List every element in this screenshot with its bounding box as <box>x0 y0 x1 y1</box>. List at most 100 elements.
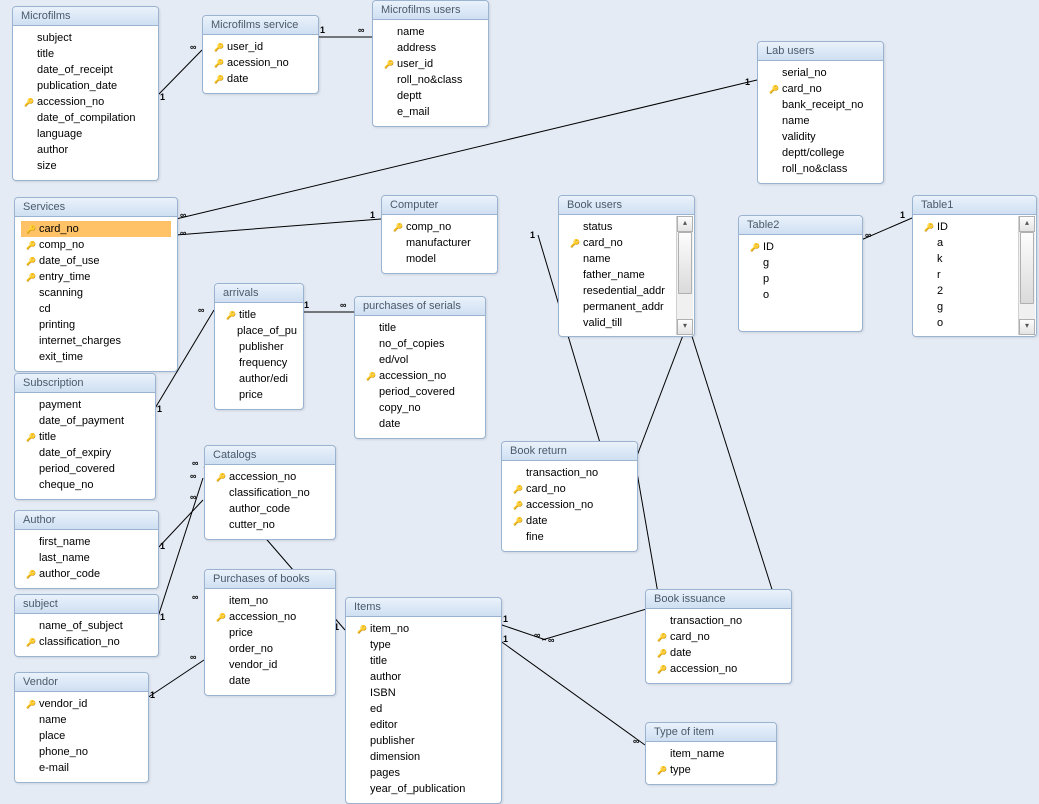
field-row[interactable]: pages <box>352 765 495 781</box>
table-subject[interactable]: subject name_of_subject🔑classification_n… <box>14 594 159 657</box>
field-row[interactable]: name <box>379 24 482 40</box>
field-row[interactable]: name_of_subject <box>21 618 152 634</box>
table-subscription[interactable]: Subscription paymentdate_of_payment🔑titl… <box>14 373 156 500</box>
field-row[interactable]: no_of_copies <box>361 336 479 352</box>
field-row[interactable]: copy_no <box>361 400 479 416</box>
field-row[interactable]: place_of_pu <box>221 323 297 339</box>
table-purchases-books[interactable]: Purchases of books item_no🔑accession_nop… <box>204 569 336 696</box>
field-row[interactable]: title <box>19 46 152 62</box>
field-row[interactable]: phone_no <box>21 744 142 760</box>
field-row[interactable]: 🔑ID <box>919 219 1030 235</box>
field-row[interactable]: dimension <box>352 749 495 765</box>
table-services[interactable]: Services 🔑card_no🔑comp_no🔑date_of_use🔑en… <box>14 197 178 372</box>
field-row[interactable]: author <box>19 142 152 158</box>
field-row[interactable]: publisher <box>352 733 495 749</box>
table-microfilms-service[interactable]: Microfilms service 🔑user_id🔑acession_no🔑… <box>202 15 319 94</box>
field-row[interactable]: o <box>745 287 856 303</box>
table-items[interactable]: Items 🔑item_notypetitleauthorISBNededito… <box>345 597 502 804</box>
field-row[interactable]: valid_till <box>565 315 688 331</box>
table-microfilms-users[interactable]: Microfilms users nameaddress🔑user_idroll… <box>372 0 489 127</box>
table-vendor[interactable]: Vendor 🔑vendor_idnameplacephone_noe-mail <box>14 672 149 783</box>
field-row[interactable]: validity <box>764 129 877 145</box>
field-row[interactable]: 🔑date <box>652 645 785 661</box>
scroll-thumb[interactable] <box>1020 232 1034 304</box>
field-row[interactable]: 🔑date_of_use <box>21 253 171 269</box>
table-purchases-serials[interactable]: purchases of serials titleno_of_copiesed… <box>354 296 486 439</box>
field-row[interactable]: father_name <box>565 267 688 283</box>
field-row[interactable]: internet_charges <box>21 333 171 349</box>
field-row[interactable]: scanning <box>21 285 171 301</box>
field-row[interactable]: bank_receipt_no <box>764 97 877 113</box>
field-row[interactable]: date <box>211 673 329 689</box>
field-row[interactable]: exit_time <box>21 349 171 365</box>
field-row[interactable]: price <box>221 387 297 403</box>
field-row[interactable]: vendor_id <box>211 657 329 673</box>
scroll-down-button[interactable]: ▾ <box>1019 319 1035 335</box>
field-row[interactable]: last_name <box>21 550 152 566</box>
field-row[interactable]: subject <box>19 30 152 46</box>
field-row[interactable]: 🔑vendor_id <box>21 696 142 712</box>
field-row[interactable]: 🔑user_id <box>379 56 482 72</box>
field-row[interactable]: 🔑title <box>221 307 297 323</box>
field-row[interactable]: 🔑date <box>508 513 631 529</box>
field-row[interactable]: 🔑card_no <box>508 481 631 497</box>
table-book-issuance[interactable]: Book issuance transaction_no🔑card_no🔑dat… <box>645 589 792 684</box>
table-catalogs[interactable]: Catalogs 🔑accession_noclassification_noa… <box>204 445 336 540</box>
field-row[interactable]: e_mail <box>379 104 482 120</box>
field-row[interactable]: 🔑card_no <box>764 81 877 97</box>
field-row[interactable]: price <box>211 625 329 641</box>
field-row[interactable]: author/edi <box>221 371 297 387</box>
field-row[interactable]: size <box>19 158 152 174</box>
field-row[interactable]: address <box>379 40 482 56</box>
field-row[interactable]: o <box>919 315 1030 331</box>
table-arrivals[interactable]: arrivals 🔑titleplace_of_pupublisherfrequ… <box>214 283 304 410</box>
field-row[interactable]: 🔑item_no <box>352 621 495 637</box>
field-row[interactable]: deptt <box>379 88 482 104</box>
table-lab-users[interactable]: Lab users serial_no🔑card_nobank_receipt_… <box>757 41 884 184</box>
table-type-of-item[interactable]: Type of item item_name🔑type <box>645 722 777 785</box>
field-row[interactable]: 🔑user_id <box>209 39 312 55</box>
field-row[interactable]: editor <box>352 717 495 733</box>
field-row[interactable]: 🔑type <box>652 762 770 778</box>
field-row[interactable]: transaction_no <box>652 613 785 629</box>
field-row[interactable]: permanent_addr <box>565 299 688 315</box>
field-row[interactable]: roll_no&class <box>764 161 877 177</box>
field-row[interactable]: classification_no <box>211 485 329 501</box>
field-row[interactable]: deptt/college <box>764 145 877 161</box>
field-row[interactable]: fine <box>508 529 631 545</box>
field-row[interactable]: name <box>764 113 877 129</box>
scrollbar[interactable]: ▴ ▾ <box>1018 216 1035 335</box>
field-row[interactable]: language <box>19 126 152 142</box>
field-row[interactable]: period_covered <box>21 461 149 477</box>
field-row[interactable]: 🔑accession_no <box>508 497 631 513</box>
field-row[interactable]: cheque_no <box>21 477 149 493</box>
field-row[interactable]: 🔑accession_no <box>652 661 785 677</box>
field-row[interactable]: date <box>361 416 479 432</box>
field-row[interactable]: date_of_compilation <box>19 110 152 126</box>
field-row[interactable]: p <box>745 271 856 287</box>
field-row[interactable]: resedential_addr <box>565 283 688 299</box>
field-row[interactable]: roll_no&class <box>379 72 482 88</box>
field-row[interactable]: 🔑accession_no <box>211 469 329 485</box>
table-table2[interactable]: Table2 🔑IDgpo <box>738 215 863 332</box>
field-row[interactable]: 🔑card_no <box>652 629 785 645</box>
field-row[interactable]: type <box>352 637 495 653</box>
field-row[interactable]: author <box>352 669 495 685</box>
field-row[interactable]: publisher <box>221 339 297 355</box>
field-row[interactable]: 🔑entry_time <box>21 269 171 285</box>
field-row[interactable]: payment <box>21 397 149 413</box>
field-row[interactable]: frequency <box>221 355 297 371</box>
table-author[interactable]: Author first_namelast_name🔑author_code <box>14 510 159 589</box>
scroll-down-button[interactable]: ▾ <box>677 319 693 335</box>
field-row[interactable]: 🔑ID <box>745 239 856 255</box>
field-row[interactable]: ed <box>352 701 495 717</box>
scroll-up-button[interactable]: ▴ <box>1019 216 1035 232</box>
field-row[interactable]: 🔑card_no <box>21 221 171 237</box>
scroll-thumb[interactable] <box>678 232 692 294</box>
field-row[interactable]: cutter_no <box>211 517 329 533</box>
field-row[interactable]: period_covered <box>361 384 479 400</box>
field-row[interactable]: serial_no <box>764 65 877 81</box>
field-row[interactable]: 🔑author_code <box>21 566 152 582</box>
field-row[interactable]: 🔑date <box>209 71 312 87</box>
field-row[interactable]: 🔑classification_no <box>21 634 152 650</box>
